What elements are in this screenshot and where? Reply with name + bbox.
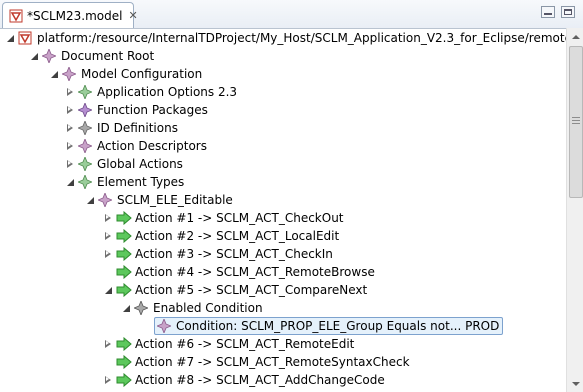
tree-label: Application Options 2.3	[97, 85, 238, 99]
collapsed-toggle-icon[interactable]	[66, 141, 75, 151]
expanded-toggle-icon[interactable]	[66, 178, 75, 187]
expanded-toggle-icon[interactable]	[50, 70, 59, 79]
chevron-up-icon	[571, 34, 580, 39]
tree-row-action-3[interactable]: Action #3 -> SCLM_ACT_CheckIn	[104, 245, 333, 263]
scroll-up-button[interactable]	[567, 28, 583, 45]
minimize-button[interactable]	[541, 6, 555, 18]
tree-label: Action #3 -> SCLM_ACT_CheckIn	[135, 247, 333, 261]
tree-row-element-types[interactable]: Element Types	[66, 173, 184, 191]
tree-row-action-7[interactable]: Action #7 -> SCLM_ACT_RemoteSyntaxCheck	[116, 353, 410, 371]
collapsed-toggle-icon[interactable]	[66, 159, 75, 169]
tree-row-action-5[interactable]: Action #5 -> SCLM_ACT_CompareNext	[104, 281, 367, 299]
scrollbar-thumb[interactable]	[569, 46, 583, 198]
tree-label: Condition: SCLM_PROP_ELE_Group Equals no…	[176, 319, 500, 333]
tree-row-function-packages[interactable]: Function Packages	[66, 101, 208, 119]
tree-label: ID Definitions	[97, 121, 178, 135]
tree-label: platform:/resource/InternalTDProject/My_…	[37, 31, 566, 45]
tree-row-action-6[interactable]: Action #6 -> SCLM_ACT_RemoteEdit	[104, 335, 354, 353]
scroll-down-button[interactable]	[567, 375, 583, 392]
green-arrow-icon	[116, 282, 132, 298]
tree-row-action-8[interactable]: Action #8 -> SCLM_ACT_AddChangeCode	[104, 371, 385, 389]
tree-label: SCLM_ELE_Editable	[117, 193, 233, 207]
collapsed-toggle-icon[interactable]	[104, 375, 113, 385]
tree-label: Action #2 -> SCLM_ACT_LocalEdit	[135, 229, 340, 243]
diamond-icon	[76, 83, 94, 101]
collapsed-toggle-icon[interactable]	[104, 213, 113, 223]
tree-label: Action #5 -> SCLM_ACT_CompareNext	[135, 283, 368, 297]
collapsed-toggle-icon[interactable]	[66, 87, 75, 97]
collapsed-toggle-icon[interactable]	[66, 123, 75, 133]
tree-label: Action #4 -> SCLM_ACT_RemoteBrowse	[135, 265, 375, 279]
model-file-icon	[9, 9, 23, 23]
expanded-toggle-icon[interactable]	[30, 52, 39, 61]
tree-row-document-root[interactable]: Document Root	[30, 47, 154, 65]
green-arrow-icon	[116, 372, 132, 388]
tree-label: Action #1 -> SCLM_ACT_CheckOut	[135, 211, 344, 225]
diamond-icon	[60, 65, 78, 83]
green-arrow-icon	[116, 336, 132, 352]
diamond-icon	[96, 191, 114, 209]
diamond-icon	[76, 173, 94, 191]
tree-row-action-4[interactable]: Action #4 -> SCLM_ACT_RemoteBrowse	[116, 263, 375, 281]
model-file-icon	[18, 31, 32, 45]
grip-icon	[572, 117, 580, 125]
green-arrow-icon	[116, 264, 132, 280]
vertical-scrollbar[interactable]	[566, 28, 583, 392]
collapsed-toggle-icon[interactable]	[66, 105, 75, 115]
expanded-toggle-icon[interactable]	[122, 304, 131, 313]
tree-label: Action #7 -> SCLM_ACT_RemoteSyntaxCheck	[135, 355, 410, 369]
collapsed-toggle-icon[interactable]	[104, 249, 113, 259]
editor-tab-bar: *SCLM23.model ✕	[0, 0, 583, 29]
tree-row-action-2[interactable]: Action #2 -> SCLM_ACT_LocalEdit	[104, 227, 339, 245]
diamond-icon	[76, 119, 94, 137]
diamond-icon	[76, 155, 94, 173]
maximize-button[interactable]	[561, 6, 575, 18]
close-icon[interactable]: ✕	[128, 9, 137, 22]
expanded-toggle-icon[interactable]	[6, 34, 15, 43]
tree-label: Model Configuration	[81, 67, 203, 81]
tree-label: Document Root	[61, 49, 155, 63]
diamond-icon	[155, 317, 173, 335]
diamond-icon	[76, 101, 94, 119]
green-arrow-icon	[116, 246, 132, 262]
green-arrow-icon	[116, 354, 132, 370]
green-arrow-icon	[116, 210, 132, 226]
expanded-toggle-icon[interactable]	[104, 286, 113, 295]
tree-row-root[interactable]: platform:/resource/InternalTDProject/My_…	[6, 29, 566, 47]
tree-label: Global Actions	[97, 157, 183, 171]
tree-label: Action #8 -> SCLM_ACT_AddChangeCode	[135, 373, 385, 387]
diamond-icon	[76, 137, 94, 155]
collapsed-toggle-icon[interactable]	[104, 231, 113, 241]
selected-item[interactable]: Condition: SCLM_PROP_ELE_Group Equals no…	[154, 317, 504, 335]
tree-row-condition[interactable]: Condition: SCLM_PROP_ELE_Group Equals no…	[154, 317, 504, 335]
diamond-icon	[132, 299, 150, 317]
collapsed-toggle-icon[interactable]	[104, 339, 113, 349]
tree-label: Action #6 -> SCLM_ACT_RemoteEdit	[135, 337, 355, 351]
tree-row-sclm-ele-editable[interactable]: SCLM_ELE_Editable	[86, 191, 233, 209]
tree-row-id-definitions[interactable]: ID Definitions	[66, 119, 178, 137]
editor-tab-sclm23[interactable]: *SCLM23.model ✕	[2, 2, 138, 28]
tree-label: Element Types	[97, 175, 185, 189]
chevron-down-icon	[571, 381, 580, 386]
green-arrow-icon	[116, 228, 132, 244]
tree-row-model-configuration[interactable]: Model Configuration	[50, 65, 202, 83]
tree-label: Enabled Condition	[153, 301, 263, 315]
tree-label: Function Packages	[97, 103, 208, 117]
model-tree: platform:/resource/InternalTDProject/My_…	[0, 28, 566, 392]
tree-row-action-descriptors[interactable]: Action Descriptors	[66, 137, 207, 155]
diamond-icon	[40, 47, 58, 65]
expanded-toggle-icon[interactable]	[86, 196, 95, 205]
tab-title: *SCLM23.model	[27, 8, 123, 23]
tree-row-global-actions[interactable]: Global Actions	[66, 155, 183, 173]
tree-row-action-1[interactable]: Action #1 -> SCLM_ACT_CheckOut	[104, 209, 344, 227]
tree-row-application-options[interactable]: Application Options 2.3	[66, 83, 237, 101]
tree-label: Action Descriptors	[97, 139, 207, 153]
tree-row-enabled-condition[interactable]: Enabled Condition	[122, 299, 263, 317]
